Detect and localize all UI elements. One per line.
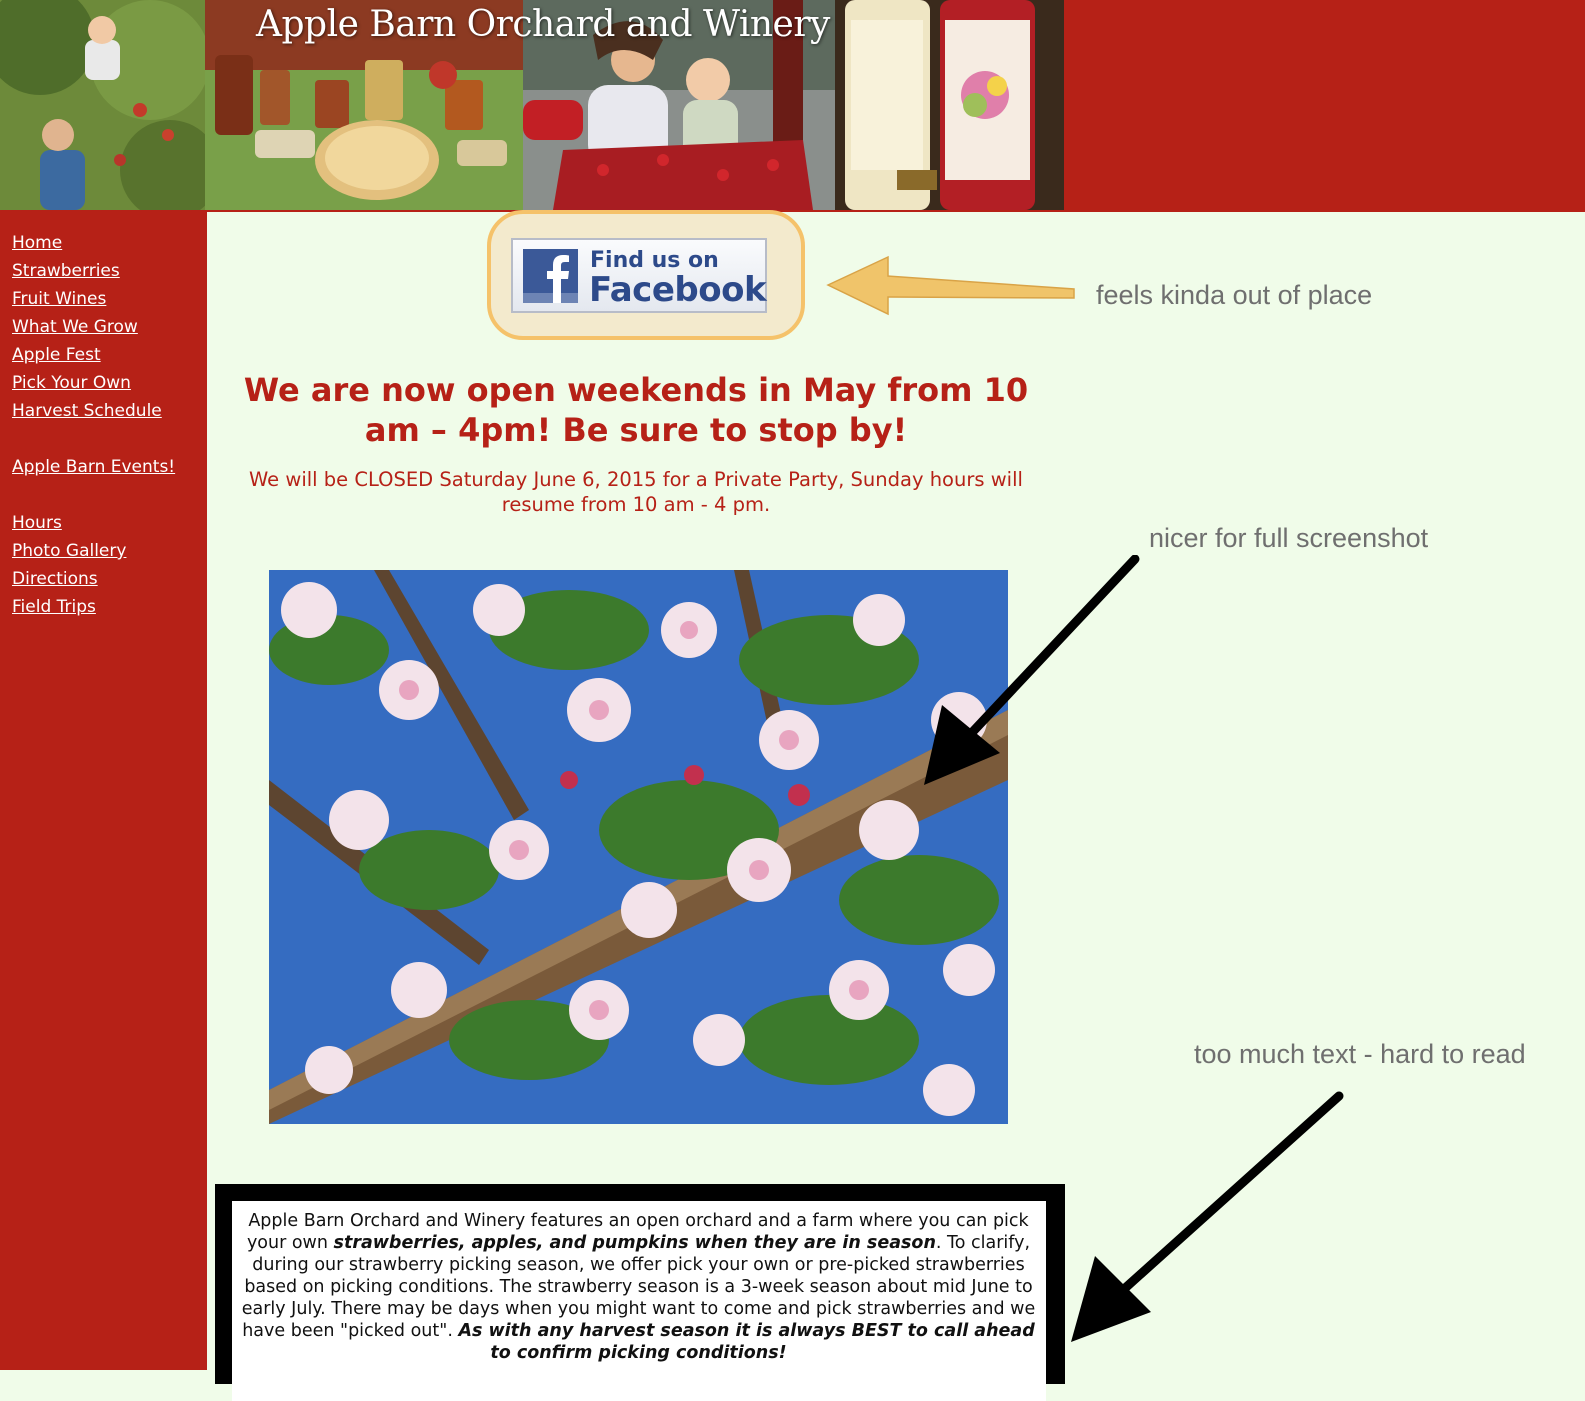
annotation-note-facebook: feels kinda out of place [1096,280,1373,310]
sidebar-item-harvest-schedule: Harvest Schedule [12,401,162,421]
site-title: Apple Barn Orchard and Winery [256,4,830,45]
nav-link-fruit-wines[interactable]: Fruit Wines [12,289,106,309]
nav-link-directions[interactable]: Directions [12,569,98,589]
sidebar-item-field-trips: Field Trips [12,597,96,617]
facebook-logo-icon [523,249,578,303]
annotation-arrow-text [1071,1091,1344,1342]
sidebar-nav: Home Strawberries Fruit Wines What We Gr… [0,212,207,1370]
intro-text-box: Apple Barn Orchard and Winery features a… [232,1201,1046,1401]
annotation-note-photo: nicer for full screenshot [1149,523,1429,553]
nav-link-home[interactable]: Home [12,233,62,253]
sidebar-item-apple-barn-events: Apple Barn Events! [12,457,175,477]
nav-link-strawberries[interactable]: Strawberries [12,261,120,281]
annotation-arrow-facebook [826,255,1075,316]
sidebar-item-directions: Directions [12,569,98,589]
facebook-button[interactable]: Find us on Facebook [511,238,767,313]
sidebar-item-photo-gallery: Photo Gallery [12,541,126,561]
closed-notice: We will be CLOSED Saturday June 6, 2015 … [249,468,1023,516]
site-header: Apple Barn Orchard and Winery [0,0,1585,212]
sidebar-item-what-we-grow: What We Grow [12,317,138,337]
sidebar-item-strawberries: Strawberries [12,261,120,281]
intro-text-frame: Apple Barn Orchard and Winery features a… [215,1184,1065,1401]
sidebar-item-home: Home [12,233,62,253]
sidebar-item-apple-fest: Apple Fest [12,345,101,365]
nav-link-pick-your-own[interactable]: Pick Your Own [12,373,131,393]
intro-paragraph: Apple Barn Orchard and Winery features a… [232,1201,1046,1364]
annotation-note-text: too much text - hard to read [1194,1039,1526,1069]
intro-text-emphasis-1: strawberries, apples, and pumpkins when … [333,1233,936,1253]
apple-blossom-photo [269,570,1008,1124]
nav-link-photo-gallery[interactable]: Photo Gallery [12,541,126,561]
nav-link-harvest-schedule[interactable]: Harvest Schedule [12,401,162,421]
sidebar-item-pick-your-own: Pick Your Own [12,373,131,393]
announcement-headline: We are now open weekends in May from 10 … [243,371,1029,449]
nav-link-apple-fest[interactable]: Apple Fest [12,345,101,365]
banner-photo-apple-picking [0,0,205,210]
nav-link-field-trips[interactable]: Field Trips [12,597,96,617]
nav-link-what-we-grow[interactable]: What We Grow [12,317,138,337]
annotation-arrow-photo [924,555,1140,785]
facebook-button-brand: Facebook [589,270,767,310]
nav-link-hours[interactable]: Hours [12,513,62,533]
intro-text-emphasis-2: As with any harvest season it is always … [458,1321,1035,1363]
sidebar-item-fruit-wines: Fruit Wines [12,289,106,309]
sidebar-item-hours: Hours [12,513,62,533]
nav-link-apple-barn-events[interactable]: Apple Barn Events! [12,457,175,477]
banner-photo-wine [835,0,1064,210]
